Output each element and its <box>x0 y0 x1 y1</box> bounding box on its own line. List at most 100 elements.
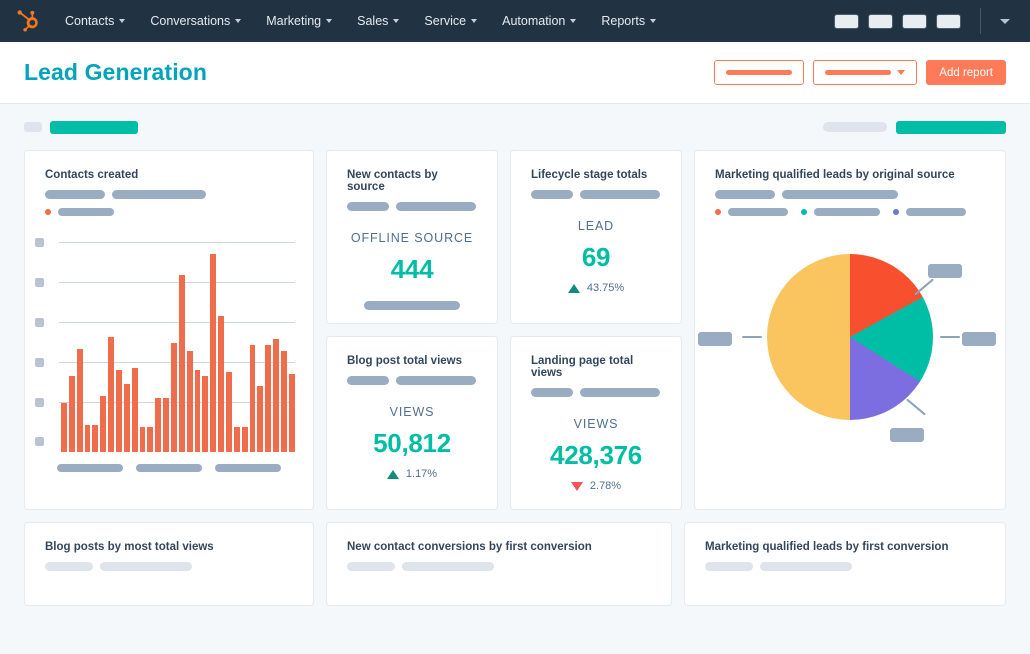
nav-utility-group <box>834 8 1016 34</box>
bar[interactable] <box>163 398 170 452</box>
bar[interactable] <box>171 342 177 452</box>
bar[interactable] <box>202 375 209 452</box>
bar[interactable] <box>178 274 185 452</box>
filter-chip[interactable] <box>24 122 42 132</box>
pie-callout-label <box>698 330 732 348</box>
nav-item-reports[interactable]: Reports <box>590 8 667 34</box>
chevron-down-icon <box>119 19 126 23</box>
bar[interactable] <box>116 369 122 452</box>
trend-up-icon <box>386 469 399 479</box>
nav-item-conversations[interactable]: Conversations <box>139 8 252 34</box>
filter-primary-redacted[interactable] <box>896 120 1006 134</box>
card-mql-by-original-source[interactable]: Marketing qualified leads by original so… <box>694 150 1006 510</box>
card-landing-page-total-views[interactable]: Landing page total views VIEWS 428,376 2… <box>510 336 682 510</box>
bar[interactable] <box>139 427 146 452</box>
chevron-down-icon[interactable] <box>1000 18 1010 24</box>
bar[interactable] <box>131 367 138 452</box>
card-blog-post-total-views[interactable]: Blog post total views VIEWS 50,812 1.17% <box>326 336 498 510</box>
nav-item-service[interactable]: Service <box>413 8 488 34</box>
y-axis-tick <box>35 318 44 327</box>
card-new-contacts-by-source[interactable]: New contacts by source OFFLINE SOURCE 44… <box>326 150 498 324</box>
kpi-delta: 43.75% <box>511 282 681 294</box>
nav-utility-chip[interactable] <box>902 13 927 29</box>
card-subtitle <box>511 181 681 199</box>
nav-utility-chip[interactable] <box>868 13 893 29</box>
redacted-bar <box>396 202 476 211</box>
card-new-contact-conversions[interactable]: New contact conversions by first convers… <box>326 522 672 606</box>
filter-action-redacted[interactable] <box>823 122 887 132</box>
nav-item-marketing[interactable]: Marketing <box>255 8 343 34</box>
redacted-bar <box>715 190 775 199</box>
active-filter-pill[interactable] <box>50 120 138 134</box>
nav-item-contacts[interactable]: Contacts <box>54 8 136 34</box>
nav-utility-chip[interactable] <box>936 13 961 29</box>
bar[interactable] <box>210 254 217 452</box>
legend-label-redacted <box>906 208 966 216</box>
card-subtitle <box>25 553 313 571</box>
bar[interactable] <box>108 336 115 452</box>
pie-leader-line <box>742 336 762 338</box>
dashboard-grid: Contacts created New contacts by source … <box>0 150 1030 606</box>
x-axis-labels <box>51 464 287 472</box>
add-report-button[interactable]: Add report <box>926 60 1006 85</box>
nav-item-automation[interactable]: Automation <box>491 8 587 34</box>
bar[interactable] <box>76 349 83 452</box>
pie-chart[interactable] <box>695 230 1005 480</box>
bar[interactable] <box>288 373 295 452</box>
bar[interactable] <box>257 386 264 452</box>
bar[interactable] <box>218 316 225 452</box>
card-contacts-created[interactable]: Contacts created <box>24 150 314 510</box>
card-lifecycle-stage-totals[interactable]: Lifecycle stage totals LEAD 69 43.75% <box>510 150 682 324</box>
nav-utility-chip[interactable] <box>834 13 859 29</box>
bar[interactable] <box>123 384 130 452</box>
hubspot-sprocket-logo[interactable] <box>14 8 40 34</box>
bar[interactable] <box>265 344 272 452</box>
pie-callout-label <box>890 426 924 444</box>
nav-divider <box>980 8 981 34</box>
bar[interactable] <box>155 398 162 452</box>
card-title: New contacts by source <box>347 169 438 193</box>
card-blog-posts-by-most-total-views[interactable]: Blog posts by most total views <box>24 522 314 606</box>
bar-chart[interactable] <box>35 234 303 452</box>
chevron-down-icon <box>650 19 657 23</box>
bar[interactable] <box>194 369 201 452</box>
nav-item-label: Conversations <box>150 14 231 28</box>
bar[interactable] <box>281 351 287 452</box>
dropdown-action-button[interactable] <box>813 60 918 85</box>
nav-item-sales[interactable]: Sales <box>346 8 410 34</box>
x-axis-label-redacted <box>214 464 281 472</box>
nav-menu: Contacts Conversations Marketing Sales S… <box>54 8 667 34</box>
redacted-bar <box>45 190 105 199</box>
redacted-label <box>726 70 793 75</box>
y-axis-tick <box>35 437 44 446</box>
bar[interactable] <box>226 371 232 452</box>
kpi-column-2: Lifecycle stage totals LEAD 69 43.75% La… <box>510 150 682 510</box>
bar[interactable] <box>84 425 91 452</box>
gridline <box>59 242 295 243</box>
pie-leader-line <box>940 336 960 338</box>
legend-dot-icon <box>715 209 721 215</box>
card-mql-by-first-conversion[interactable]: Marketing qualified leads by first conve… <box>684 522 1006 606</box>
card-title: Contacts created <box>45 169 139 181</box>
y-axis-tick <box>35 358 44 367</box>
secondary-action-button[interactable] <box>714 60 805 85</box>
redacted-bar <box>890 427 924 442</box>
bar[interactable] <box>92 425 99 452</box>
bar[interactable] <box>68 375 75 452</box>
nav-item-label: Service <box>424 14 467 28</box>
chevron-down-icon <box>393 19 400 23</box>
bar[interactable] <box>186 351 193 452</box>
bar[interactable] <box>100 396 107 452</box>
bar[interactable] <box>249 344 256 452</box>
bar[interactable] <box>61 402 67 452</box>
kpi-delta-value: 43.75% <box>586 282 625 294</box>
kpi-delta-value: 2.78% <box>589 480 622 492</box>
bar[interactable] <box>273 338 280 452</box>
card-title: Marketing qualified leads by original so… <box>715 169 955 181</box>
bar[interactable] <box>241 427 248 452</box>
bar[interactable] <box>233 427 240 452</box>
dashboard-row-1: Contacts created New contacts by source … <box>24 150 1006 510</box>
pie-leader-line <box>914 278 934 296</box>
kpi-delta: 2.78% <box>511 480 681 492</box>
bar[interactable] <box>147 427 154 452</box>
